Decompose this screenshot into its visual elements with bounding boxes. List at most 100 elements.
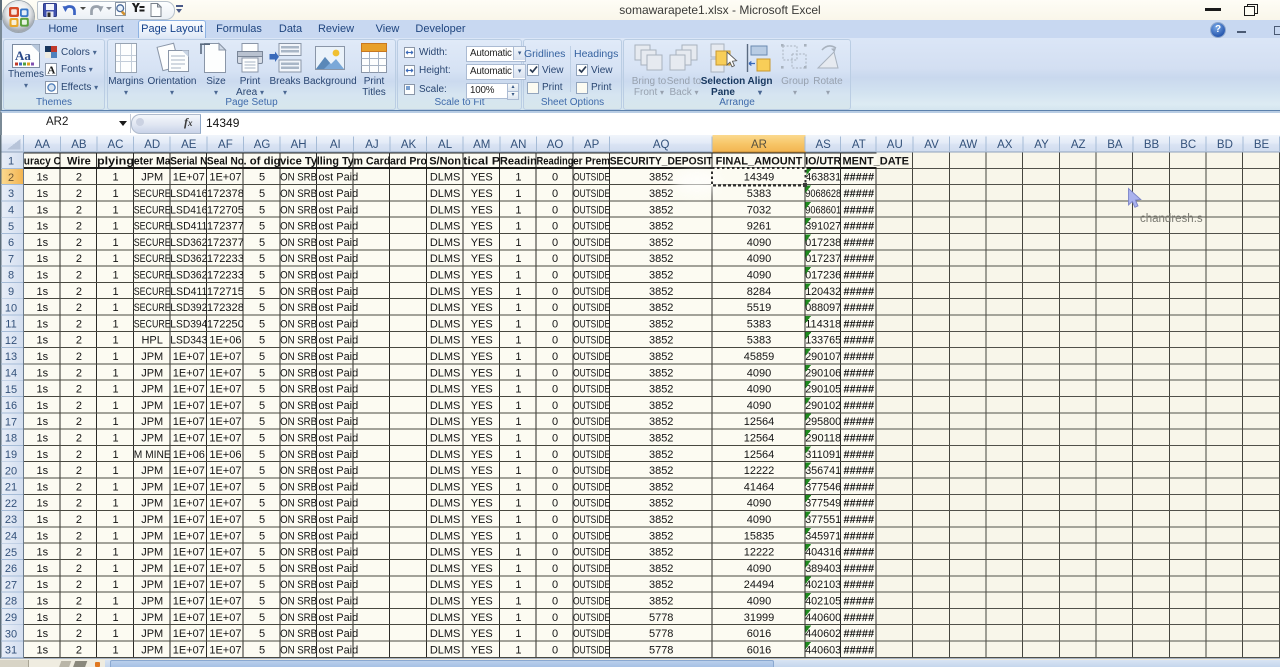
svg-text:AC: AC: [108, 139, 124, 151]
svg-text:1: 1: [515, 367, 521, 379]
svg-text:AZ: AZ: [1071, 139, 1086, 151]
svg-text:1: 1: [112, 400, 118, 412]
svg-text:5: 5: [259, 579, 265, 591]
svg-text:YES: YES: [471, 286, 493, 298]
svg-text:172715: 172715: [207, 286, 244, 298]
svg-text:1: 1: [112, 221, 118, 233]
svg-text:YES: YES: [471, 351, 493, 363]
svg-text:31: 31: [5, 645, 17, 657]
svg-text:#####: #####: [844, 335, 875, 347]
svg-text:1: 1: [112, 204, 118, 216]
svg-text:13: 13: [5, 351, 17, 363]
svg-text:4090: 4090: [747, 400, 771, 412]
svg-text:3852: 3852: [649, 302, 673, 314]
svg-text:LSD411: LSD411: [170, 286, 207, 298]
svg-text:1: 1: [515, 465, 521, 477]
svg-text:1E+07: 1E+07: [173, 384, 205, 396]
svg-text:ON SRB: ON SRB: [280, 237, 317, 249]
svg-text:DLMS: DLMS: [430, 644, 461, 656]
svg-text:SECURE: SECURE: [134, 286, 171, 298]
svg-text:3852: 3852: [649, 596, 673, 608]
svg-text:LSD392: LSD392: [170, 302, 207, 314]
svg-text:#####: #####: [844, 416, 875, 428]
svg-text:1s: 1s: [36, 253, 48, 265]
svg-text:1: 1: [515, 530, 521, 542]
svg-text:3852: 3852: [649, 237, 673, 249]
svg-text:OUTSIDE: OUTSIDE: [573, 596, 610, 608]
svg-text:DLMS: DLMS: [430, 221, 461, 233]
svg-text:AB: AB: [71, 139, 87, 151]
svg-text:1E+07: 1E+07: [173, 400, 205, 412]
svg-text:ON SRB: ON SRB: [280, 449, 317, 461]
svg-text:JPM: JPM: [141, 433, 163, 445]
svg-text:#####: #####: [844, 400, 875, 412]
svg-text:1: 1: [112, 302, 118, 314]
svg-text:Wire: Wire: [67, 155, 91, 167]
svg-text:1: 1: [112, 367, 118, 379]
svg-text:1E+07: 1E+07: [173, 628, 205, 640]
svg-text:1: 1: [112, 498, 118, 510]
svg-text:2: 2: [76, 449, 82, 461]
svg-text:YES: YES: [471, 612, 493, 624]
svg-text:ON SRB: ON SRB: [280, 253, 317, 265]
svg-text:ON SRB: ON SRB: [280, 416, 317, 428]
svg-text:DLMS: DLMS: [430, 384, 461, 396]
svg-text:1E+06: 1E+06: [209, 335, 241, 347]
svg-text:DLMS: DLMS: [430, 481, 461, 493]
svg-text:OUTSIDE: OUTSIDE: [573, 188, 610, 200]
svg-text:0: 0: [552, 628, 558, 640]
svg-text:15835: 15835: [744, 530, 775, 542]
svg-text:AW: AW: [959, 139, 977, 151]
svg-text:YES: YES: [471, 270, 493, 282]
svg-text:#####: #####: [844, 449, 875, 461]
svg-text:440602: 440602: [805, 628, 841, 640]
svg-text:2: 2: [76, 172, 82, 184]
svg-text:1E+07: 1E+07: [209, 644, 241, 656]
svg-text:3852: 3852: [649, 286, 673, 298]
svg-text:1E+07: 1E+07: [209, 612, 241, 624]
svg-text:0: 0: [552, 400, 558, 412]
svg-text:#####: #####: [844, 644, 875, 656]
svg-text:SECURE: SECURE: [134, 318, 171, 330]
svg-text:295800: 295800: [805, 416, 841, 428]
svg-text:AI: AI: [330, 139, 341, 151]
svg-text:DLMS: DLMS: [430, 547, 461, 559]
svg-text:1: 1: [515, 416, 521, 428]
svg-text:ost Paid: ost Paid: [319, 302, 359, 314]
svg-text:ost Paid: ost Paid: [319, 449, 359, 461]
svg-text:3852: 3852: [649, 221, 673, 233]
svg-text:1E+07: 1E+07: [209, 465, 241, 477]
svg-text:0: 0: [552, 335, 558, 347]
svg-text:YES: YES: [471, 579, 493, 591]
svg-text:2: 2: [76, 351, 82, 363]
svg-text:3852: 3852: [649, 253, 673, 265]
svg-text:1E+07: 1E+07: [173, 596, 205, 608]
svg-text:DLMS: DLMS: [430, 579, 461, 591]
svg-text:2: 2: [76, 596, 82, 608]
svg-text:1E+07: 1E+07: [173, 579, 205, 591]
svg-text:1: 1: [112, 433, 118, 445]
svg-text:5: 5: [259, 514, 265, 526]
svg-text:OUTSIDE: OUTSIDE: [573, 335, 610, 347]
svg-text:OUTSIDE: OUTSIDE: [573, 481, 610, 493]
svg-text:17: 17: [5, 416, 17, 428]
svg-text:440600: 440600: [805, 612, 841, 624]
svg-text:0: 0: [552, 530, 558, 542]
svg-text:1: 1: [112, 384, 118, 396]
svg-text:088097: 088097: [805, 302, 841, 314]
svg-text:DLMS: DLMS: [430, 204, 461, 216]
svg-text:5: 5: [259, 384, 265, 396]
svg-text:eter Ma: eter Ma: [134, 155, 172, 167]
svg-text:1: 1: [112, 286, 118, 298]
svg-text:1: 1: [112, 596, 118, 608]
svg-text:1: 1: [112, 579, 118, 591]
svg-text:OUTSIDE: OUTSIDE: [573, 302, 610, 314]
svg-text:OUTSIDE: OUTSIDE: [573, 465, 610, 477]
svg-text:0: 0: [552, 481, 558, 493]
svg-text:1s: 1s: [36, 416, 48, 428]
svg-text:ost Paid: ost Paid: [319, 270, 359, 282]
svg-text:ON SRB: ON SRB: [280, 400, 317, 412]
svg-text:1: 1: [515, 318, 521, 330]
svg-text:8284: 8284: [747, 286, 771, 298]
svg-text:AY: AY: [1034, 139, 1049, 151]
